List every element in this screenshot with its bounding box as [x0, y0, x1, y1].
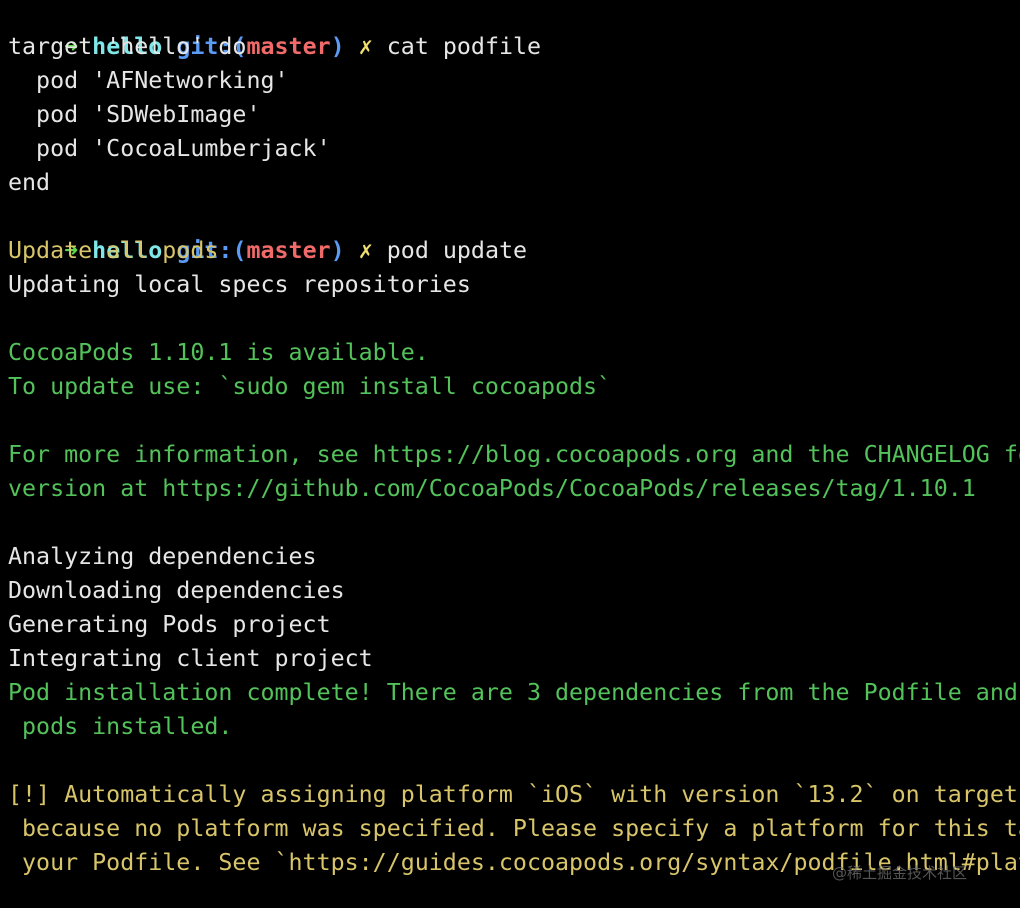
prompt-git-close: ): [330, 33, 345, 60]
output-line: pods installed.: [8, 713, 233, 740]
command-text: cat podfile: [386, 33, 542, 60]
prompt-branch: master: [246, 33, 331, 60]
output-line: Generating Pods project: [8, 611, 331, 638]
output-line: Pod installation complete! There are 3 d…: [8, 679, 1018, 706]
prompt-dirty-icon: ✗: [358, 33, 373, 60]
podfile-line: pod 'SDWebImage': [8, 101, 261, 128]
prompt-git-close: ): [330, 237, 345, 264]
prompt-line: ➜ hello git:(master) ✗ cat podfile: [8, 0, 541, 60]
podfile-line: target 'hello' do: [8, 33, 247, 60]
command-text: pod update: [386, 237, 528, 264]
prompt-dirty-icon: ✗: [358, 237, 373, 264]
output-line: For more information, see https://blog.c…: [8, 441, 1020, 468]
podfile-line: pod 'CocoaLumberjack': [8, 135, 331, 162]
output-line: version at https://github.com/CocoaPods/…: [8, 475, 976, 502]
output-line: Analyzing dependencies: [8, 543, 317, 570]
podfile-line: pod 'AFNetworking': [8, 67, 289, 94]
prompt-line[interactable]: ➜ hello git:(master) ✗: [8, 878, 396, 908]
warning-line: [!] Automatically assigning platform `iO…: [8, 781, 1018, 808]
watermark: @稀土掘金技术社区: [832, 864, 968, 882]
output-line: Integrating client project: [8, 645, 373, 672]
warning-line: because no platform was specified. Pleas…: [8, 815, 1020, 842]
output-line: CocoaPods 1.10.1 is available.: [8, 339, 429, 366]
podfile-line: end: [8, 169, 51, 196]
prompt-line: ➜ hello git:(master) ✗ pod update: [8, 200, 527, 264]
prompt-branch: master: [246, 237, 331, 264]
output-line: Downloading dependencies: [8, 577, 345, 604]
output-line: Update all pods: [8, 237, 219, 264]
output-line: Updating local specs repositories: [8, 271, 471, 298]
output-line: To update use: `sudo gem install cocoapo…: [8, 373, 612, 400]
terminal-window[interactable]: ➜ hello git:(master) ✗ cat podfile targe…: [0, 0, 1020, 908]
